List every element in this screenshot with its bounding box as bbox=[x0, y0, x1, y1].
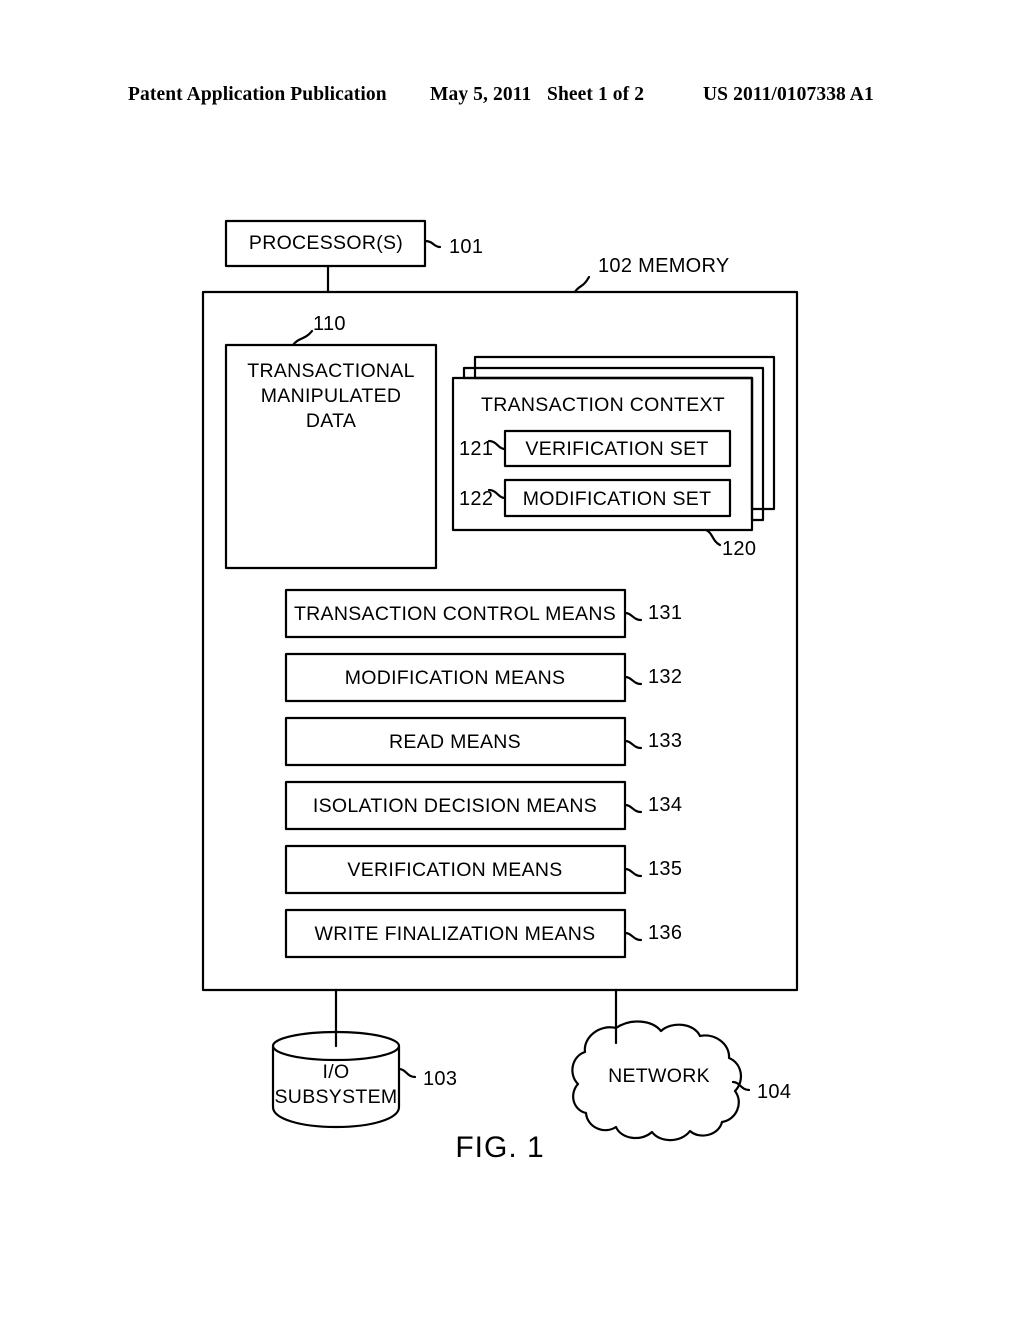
ref-131-leader bbox=[623, 611, 643, 622]
figure-vector-layer bbox=[201, 219, 799, 1142]
io-subsystem-line-2: SUBSYSTEM bbox=[274, 1086, 398, 1108]
figure-1-diagram: PROCESSOR(S) 101 102 MEMORY TRANSACTIONA… bbox=[0, 0, 1024, 1320]
io-subsystem-label: I/O SUBSYSTEM bbox=[261, 1060, 411, 1110]
transactional-data-line-3: DATA bbox=[305, 410, 357, 432]
ref-131-label: 131 bbox=[648, 602, 683, 624]
ref-104-label: 104 bbox=[757, 1081, 792, 1103]
verification-set-label: VERIFICATION SET bbox=[525, 438, 709, 460]
ref-134-label: 134 bbox=[648, 794, 683, 816]
transactional-data-line-1: TRANSACTIONAL bbox=[247, 360, 415, 382]
processor-box-label: PROCESSOR(S) bbox=[248, 232, 404, 254]
ref-101-leader bbox=[423, 239, 442, 249]
ref-133-label: 133 bbox=[648, 730, 683, 752]
transactional-data-line-2: MANIPULATED bbox=[260, 385, 402, 407]
means-label-131: TRANSACTION CONTROL MEANS bbox=[293, 603, 617, 625]
ref-136-leader bbox=[623, 931, 643, 942]
ref-121-label: 121 bbox=[459, 438, 494, 460]
network-label: NETWORK bbox=[608, 1065, 710, 1087]
ref-134-leader bbox=[623, 803, 643, 814]
ref-135-label: 135 bbox=[648, 858, 683, 880]
ref-120-leader bbox=[704, 528, 722, 547]
io-subsystem-line-1: I/O bbox=[322, 1061, 350, 1083]
figure-caption: FIG. 1 bbox=[455, 1131, 545, 1164]
ref-122-label: 122 bbox=[459, 488, 494, 510]
ref-136-label: 136 bbox=[648, 922, 683, 944]
ref-120-label: 120 bbox=[722, 538, 757, 560]
modification-set-label: MODIFICATION SET bbox=[522, 488, 712, 510]
ref-101-label: 101 bbox=[449, 236, 484, 258]
means-label-136: WRITE FINALIZATION MEANS bbox=[314, 923, 596, 945]
transactional-data-box: TRANSACTIONAL MANIPULATED DATA bbox=[228, 359, 434, 434]
ref-110-leader bbox=[291, 329, 314, 347]
means-label-134: ISOLATION DECISION MEANS bbox=[312, 795, 598, 817]
means-label-133: READ MEANS bbox=[389, 731, 521, 753]
ref-133-leader bbox=[623, 739, 643, 750]
ref-135-leader bbox=[623, 867, 643, 878]
transaction-context-title: TRANSACTION CONTEXT bbox=[480, 394, 726, 416]
means-label-132: MODIFICATION MEANS bbox=[344, 667, 566, 689]
ref-103-label: 103 bbox=[423, 1068, 458, 1090]
ref-132-label: 132 bbox=[648, 666, 683, 688]
means-label-135: VERIFICATION MEANS bbox=[347, 859, 563, 881]
ref-132-leader bbox=[623, 675, 643, 686]
ref-110-label: 110 bbox=[313, 313, 346, 335]
memory-label: 102 MEMORY bbox=[598, 255, 730, 277]
ref-102-leader bbox=[573, 275, 591, 294]
